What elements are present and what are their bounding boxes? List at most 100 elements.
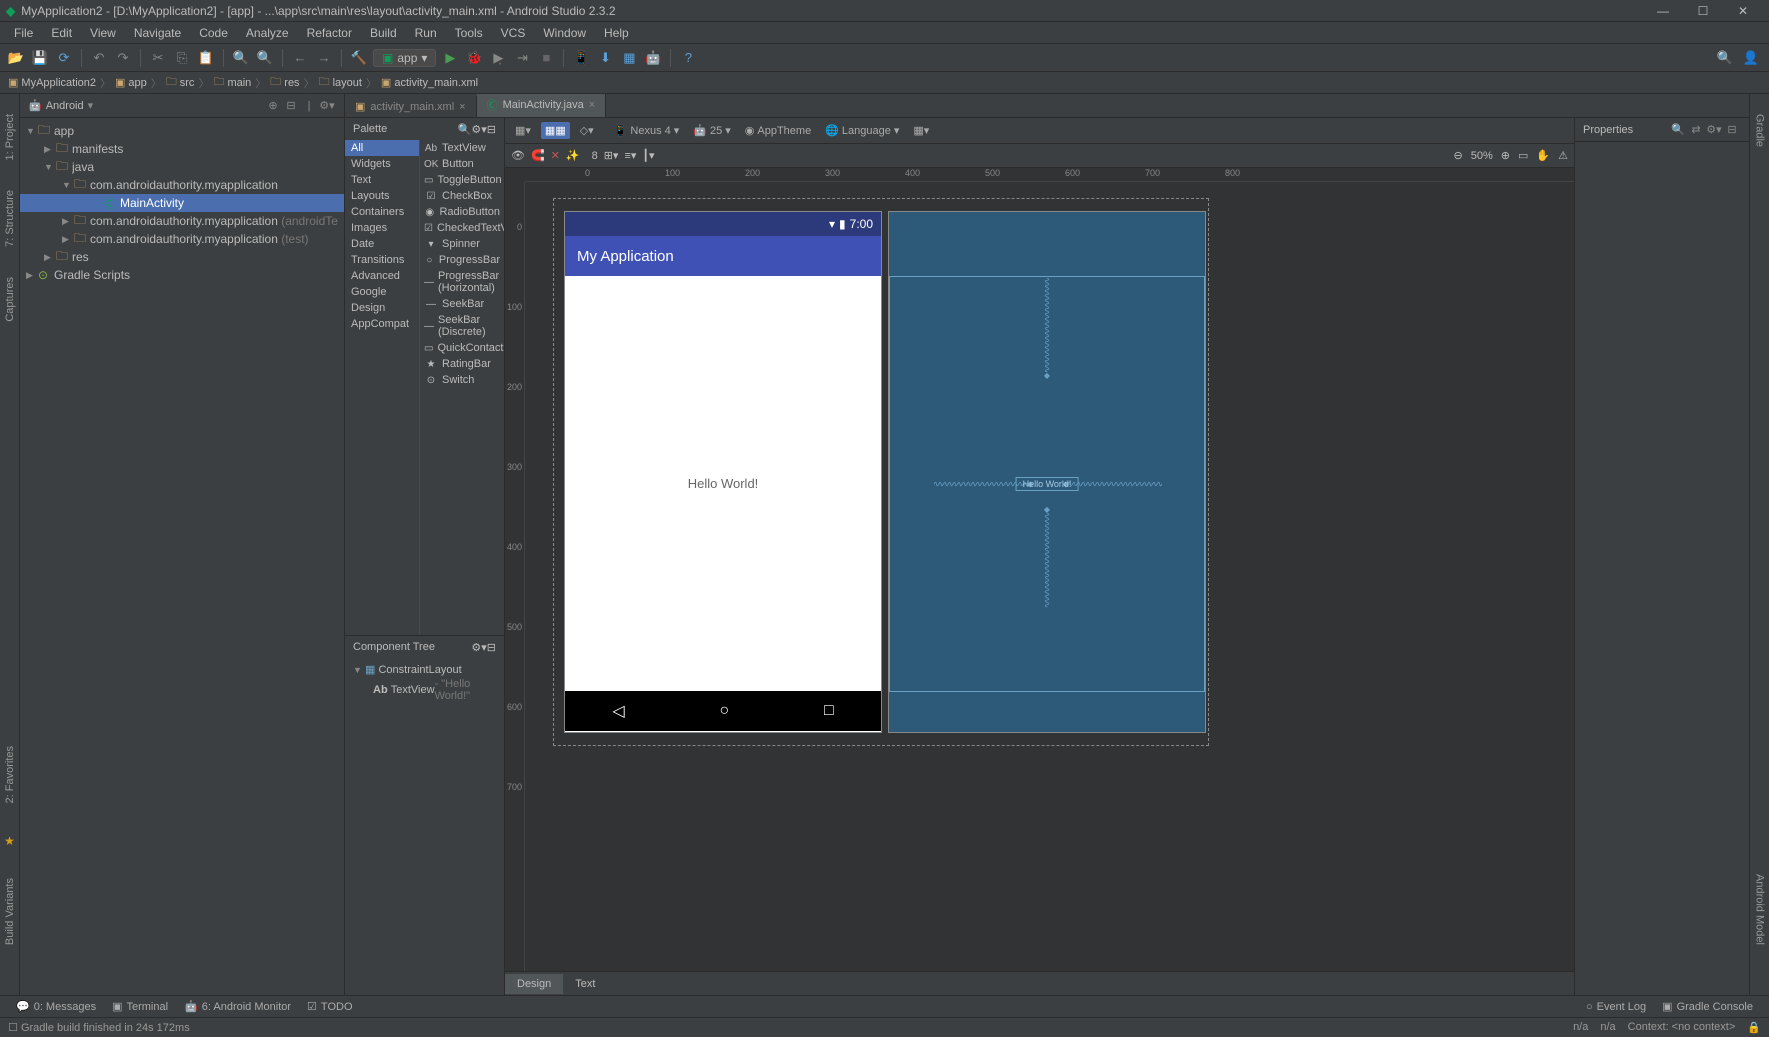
bc-layout[interactable]: 🗀layout bbox=[319, 73, 362, 92]
search-everywhere-icon[interactable]: 🔍 bbox=[1715, 48, 1735, 68]
palette-item-quickcontactbadge[interactable]: ▭QuickContactBadge bbox=[420, 340, 504, 356]
profile-icon[interactable]: ▶̣ bbox=[488, 48, 508, 68]
palette-item-seekbar[interactable]: —SeekBar bbox=[420, 296, 504, 312]
avd-icon[interactable]: 📱 bbox=[571, 48, 591, 68]
tree-pkg3[interactable]: ▶🗀com.androidauthority.myapplication (te… bbox=[20, 230, 344, 248]
canvas-scroll[interactable]: 0100200300400500600700800 01002003004005… bbox=[505, 168, 1574, 971]
save-icon[interactable]: 💾 bbox=[30, 48, 50, 68]
redo-icon[interactable]: ↷ bbox=[113, 48, 133, 68]
tab-terminal[interactable]: ▣Terminal bbox=[104, 1000, 176, 1013]
default-margin[interactable]: 8 bbox=[592, 150, 598, 162]
open-icon[interactable]: 📂 bbox=[6, 48, 26, 68]
tab-messages[interactable]: 💬0: Messages bbox=[8, 1000, 104, 1013]
tab-project[interactable]: 1: Project bbox=[4, 114, 16, 160]
properties-settings-icon[interactable]: ⚙▾ bbox=[1705, 123, 1723, 136]
palette-cat-widgets[interactable]: Widgets bbox=[345, 156, 419, 172]
menu-analyze[interactable]: Analyze bbox=[238, 24, 297, 42]
tree-main-activity[interactable]: ⒸMainActivity bbox=[20, 194, 344, 212]
android-icon[interactable]: 🤖 bbox=[643, 48, 663, 68]
align-icon[interactable]: ≡▾ bbox=[624, 149, 636, 162]
tab-design[interactable]: Design bbox=[505, 974, 563, 994]
tab-main-activity-java[interactable]: ⒸMainActivity.java× bbox=[477, 94, 607, 117]
back-icon[interactable]: ← bbox=[290, 48, 310, 68]
menu-window[interactable]: Window bbox=[535, 24, 594, 42]
palette-cat-google[interactable]: Google bbox=[345, 284, 419, 300]
clear-constraints-icon[interactable]: ✕ bbox=[551, 149, 560, 162]
palette-cat-appcompat[interactable]: AppCompat bbox=[345, 316, 419, 332]
tab-android-model[interactable]: Android Model bbox=[1754, 874, 1766, 945]
language-selector[interactable]: 🌐Language▾ bbox=[821, 122, 903, 139]
tab-captures[interactable]: Captures bbox=[4, 277, 16, 322]
api-selector[interactable]: 🤖25▾ bbox=[689, 122, 734, 139]
ct-hide-icon[interactable]: ⊟ bbox=[487, 641, 496, 654]
palette-item-progressbarhorizontal[interactable]: —ProgressBar (Horizontal) bbox=[420, 268, 504, 296]
tree-pkg1[interactable]: ▼🗀com.androidauthority.myapplication bbox=[20, 176, 344, 194]
palette-cat-containers[interactable]: Containers bbox=[345, 204, 419, 220]
tree-pkg2[interactable]: ▶🗀com.androidauthority.myapplication (an… bbox=[20, 212, 344, 230]
minimize-button[interactable]: — bbox=[1643, 4, 1683, 18]
run-config-selector[interactable]: ▣app▾ bbox=[373, 49, 436, 67]
tree-gradle[interactable]: ▶⊙Gradle Scripts bbox=[20, 266, 344, 284]
tab-android-monitor[interactable]: 🤖6: Android Monitor bbox=[176, 1000, 299, 1013]
tab-favorites[interactable]: 2: Favorites bbox=[4, 746, 16, 803]
bc-root[interactable]: ▣MyApplication2 bbox=[8, 76, 96, 89]
blueprint-textview[interactable]: Hello World! bbox=[1016, 477, 1079, 491]
palette-items[interactable]: AbTextViewOKButton▭ToggleButton☑CheckBox… bbox=[420, 140, 504, 635]
error-icon[interactable]: ⚠ bbox=[1558, 149, 1568, 162]
ct-settings-icon[interactable]: ⚙▾ bbox=[471, 641, 486, 654]
status-context[interactable]: Context: <no context> bbox=[1628, 1021, 1736, 1034]
palette-item-radiobutton[interactable]: ◉RadioButton bbox=[420, 204, 504, 220]
palette-item-togglebutton[interactable]: ▭ToggleButton bbox=[420, 172, 504, 188]
forward-icon[interactable]: → bbox=[314, 48, 334, 68]
close-tab-icon[interactable]: × bbox=[589, 99, 595, 111]
project-tree[interactable]: ▼🗀app ▶🗀manifests ▼🗀java ▼🗀com.androidau… bbox=[20, 118, 344, 995]
palette-item-ratingbar[interactable]: ★RatingBar bbox=[420, 356, 504, 372]
sync-icon[interactable]: ⟳ bbox=[54, 48, 74, 68]
tab-todo[interactable]: ☑TODO bbox=[299, 1000, 360, 1013]
bc-file[interactable]: ▣activity_main.xml bbox=[381, 76, 478, 89]
menu-help[interactable]: Help bbox=[596, 24, 637, 42]
eye-icon[interactable]: 👁 bbox=[511, 149, 525, 162]
blueprint-preview[interactable]: ∿∿∿∿∿∿∿∿∿∿∿∿∿∿∿∿∿∿∿∿◆ ◆∿∿∿∿∿∿∿∿∿∿∿∿∿∿∿∿∿… bbox=[889, 212, 1205, 732]
menu-code[interactable]: Code bbox=[191, 24, 236, 42]
collapse-all-icon[interactable]: ⊟ bbox=[282, 99, 300, 112]
tree-java[interactable]: ▼🗀java bbox=[20, 158, 344, 176]
palette-cat-advanced[interactable]: Advanced bbox=[345, 268, 419, 284]
tab-gradle-console[interactable]: ▣Gradle Console bbox=[1654, 1000, 1761, 1013]
ct-constraint-layout[interactable]: ▼▦ ConstraintLayout bbox=[349, 662, 500, 677]
menu-refactor[interactable]: Refactor bbox=[299, 24, 360, 42]
maximize-button[interactable]: ☐ bbox=[1683, 4, 1723, 18]
palette-item-button[interactable]: OKButton bbox=[420, 156, 504, 172]
tree-manifests[interactable]: ▶🗀manifests bbox=[20, 140, 344, 158]
tab-structure[interactable]: 7: Structure bbox=[4, 190, 16, 247]
design-surface-toggle[interactable]: ▦▾ bbox=[511, 122, 535, 139]
project-structure-icon[interactable]: ▦ bbox=[619, 48, 639, 68]
palette-item-switch[interactable]: ⊙Switch bbox=[420, 372, 504, 388]
palette-item-spinner[interactable]: ▾Spinner bbox=[420, 236, 504, 252]
tab-event-log[interactable]: ○Event Log bbox=[1578, 1000, 1654, 1013]
find-icon[interactable]: 🔍 bbox=[231, 48, 251, 68]
menu-edit[interactable]: Edit bbox=[43, 24, 80, 42]
run-icon[interactable]: ▶ bbox=[440, 48, 460, 68]
palette-item-textview[interactable]: AbTextView bbox=[420, 140, 504, 156]
theme-selector[interactable]: ◉AppTheme bbox=[741, 122, 815, 139]
zoom-fit-icon[interactable]: ▭ bbox=[1518, 149, 1528, 162]
zoom-in-icon[interactable]: ⊕ bbox=[1501, 149, 1510, 162]
palette-search-icon[interactable]: 🔍 bbox=[458, 123, 472, 136]
menu-navigate[interactable]: Navigate bbox=[126, 24, 189, 42]
infer-constraints-icon[interactable]: ✨ bbox=[566, 149, 580, 162]
properties-hide-icon[interactable]: ⊟ bbox=[1723, 123, 1741, 136]
build-icon[interactable]: 🔨 bbox=[349, 48, 369, 68]
settings-icon[interactable]: ⚙▾ bbox=[318, 99, 336, 112]
palette-cat-all[interactable]: All bbox=[345, 140, 419, 156]
component-tree[interactable]: ▼▦ ConstraintLayout Ab TextView - "Hello… bbox=[345, 658, 504, 995]
undo-icon[interactable]: ↶ bbox=[89, 48, 109, 68]
copy-icon[interactable]: ⎘ bbox=[172, 48, 192, 68]
bc-src[interactable]: 🗀src bbox=[166, 73, 195, 92]
pack-icon[interactable]: ⊞▾ bbox=[604, 149, 619, 162]
close-button[interactable]: ✕ bbox=[1723, 4, 1763, 18]
zoom-out-icon[interactable]: ⊖ bbox=[1454, 149, 1463, 162]
ct-textview[interactable]: Ab TextView - "Hello World!" bbox=[349, 677, 500, 703]
tab-activity-main-xml[interactable]: ▣activity_main.xml× bbox=[345, 96, 477, 117]
help-icon[interactable]: ? bbox=[678, 48, 698, 68]
